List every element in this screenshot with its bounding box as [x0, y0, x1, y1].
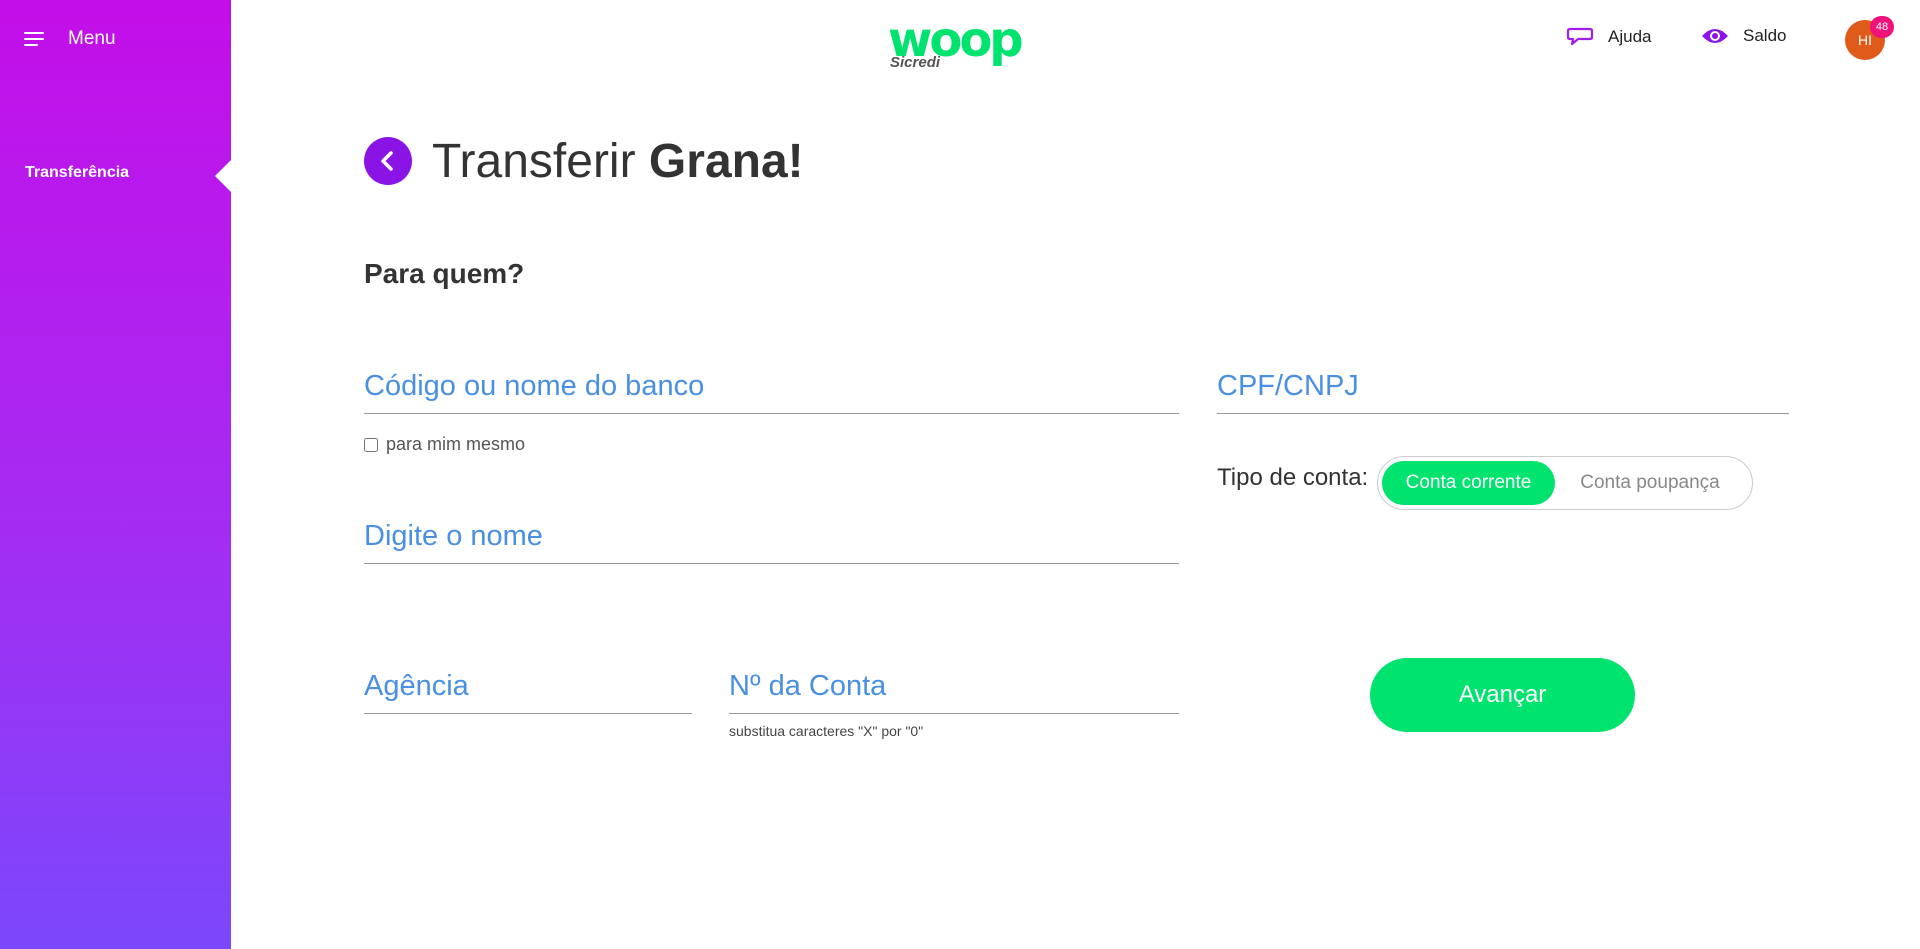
back-button[interactable] — [364, 137, 412, 185]
notification-badge: 48 — [1870, 16, 1894, 38]
help-label: Ajuda — [1608, 27, 1652, 46]
balance-toggle[interactable]: Saldo — [1701, 26, 1786, 46]
account-type-label: Tipo de conta: — [1217, 464, 1369, 491]
chevron-left-icon — [381, 151, 393, 171]
bank-input[interactable] — [364, 366, 1179, 414]
eye-icon — [1702, 29, 1728, 43]
page-title-bold: Grana! — [648, 135, 804, 188]
sidebar: Menu Transferência — [0, 0, 231, 949]
self-transfer-check[interactable] — [364, 437, 378, 452]
account-number-input[interactable] — [729, 666, 1179, 714]
logo-subtitle: Sicredi — [890, 54, 941, 71]
active-item-indicator — [215, 160, 231, 192]
page-title-regular: Transferir — [432, 135, 649, 188]
section-heading: Para quem? — [364, 258, 525, 289]
next-button[interactable]: Avançar — [1370, 658, 1635, 732]
balance-label: Saldo — [1743, 26, 1787, 45]
account-hint: substitua caracteres "X" por "0" — [729, 723, 924, 739]
speech-bubble-icon — [1566, 27, 1594, 46]
menu-label: Menu — [68, 28, 116, 49]
cpf-cnpj-input[interactable] — [1217, 366, 1789, 414]
agency-input[interactable] — [364, 666, 692, 714]
menu-button[interactable]: Menu — [24, 24, 116, 54]
woop-logo: woop Sicredi — [888, 12, 1030, 74]
account-type-checking[interactable]: Conta corrente — [1382, 461, 1555, 505]
self-transfer-checkbox[interactable]: para mim mesmo — [364, 434, 525, 455]
self-transfer-label: para mim mesmo — [386, 434, 526, 454]
account-type-toggle: Conta corrente Conta poupança — [1377, 456, 1753, 510]
hamburger-icon — [24, 31, 46, 47]
page-title: Transferir Grana! — [432, 134, 804, 189]
help-link[interactable]: Ajuda — [1566, 26, 1651, 48]
account-type-savings[interactable]: Conta poupança — [1555, 461, 1745, 505]
name-input[interactable] — [364, 516, 1179, 564]
sidebar-item-transferencia[interactable]: Transferência — [25, 164, 129, 182]
